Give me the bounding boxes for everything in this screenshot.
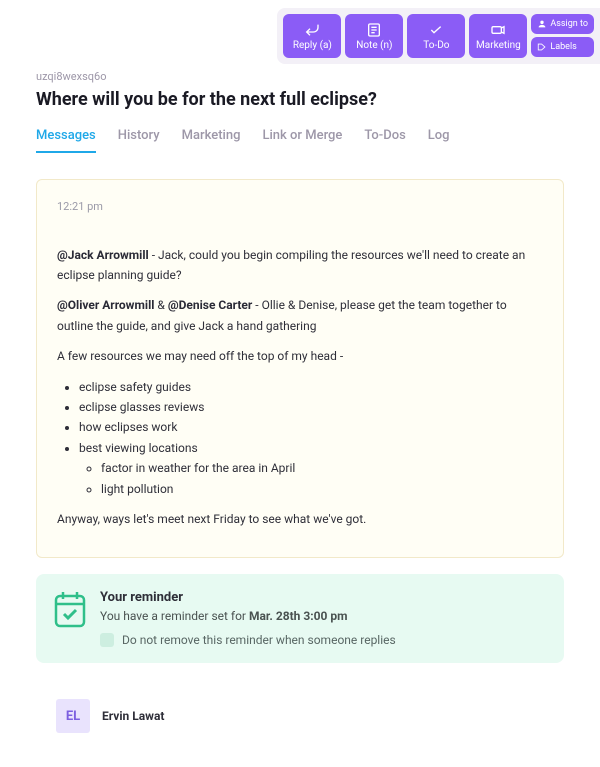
reminder-card: Your reminder You have a reminder set fo… (36, 574, 564, 663)
assign-label: Assign to (550, 19, 588, 29)
tab-log[interactable]: Log (428, 128, 450, 153)
tab-history[interactable]: History (118, 128, 160, 153)
tab-link-merge[interactable]: Link or Merge (262, 128, 342, 153)
labels-button[interactable]: Labels (531, 37, 594, 57)
tab-marketing[interactable]: Marketing (182, 128, 241, 153)
marketing-icon (490, 22, 506, 38)
todo-label: To-Do (423, 40, 449, 51)
reminder-body: Your reminder You have a reminder set fo… (100, 590, 396, 647)
list-item: eclipse glasses reviews (79, 397, 543, 417)
list-item: light pollution (101, 479, 543, 499)
toolbar-extra: Assign to Labels (531, 14, 594, 58)
list-item: eclipse safety guides (79, 377, 543, 397)
reply-label: Reply (a) (293, 40, 332, 51)
marketing-label: Marketing (476, 40, 521, 51)
assign-button[interactable]: Assign to (531, 14, 594, 34)
tab-messages[interactable]: Messages (36, 128, 96, 153)
tabs: Messages History Marketing Link or Merge… (36, 128, 564, 153)
checkbox[interactable] (100, 633, 114, 647)
main-content: uzqi8wexsq6o Where will you be for the n… (0, 0, 600, 767)
message-time: 12:21 pm (57, 198, 543, 217)
reply-button[interactable]: Reply (a) (283, 14, 341, 58)
reply-composer[interactable]: EL Ervin Lawat (36, 685, 564, 747)
list-item: factor in weather for the area in April (101, 458, 543, 478)
message-intro: A few resources we may need off the top … (57, 346, 543, 366)
list-item: best viewing locations factor in weather… (79, 438, 543, 499)
reminder-text: You have a reminder set for Mar. 28th 3:… (100, 609, 396, 623)
check-icon (428, 22, 444, 38)
label-icon (537, 42, 547, 52)
todo-button[interactable]: To-Do (407, 14, 465, 58)
reminder-date: Mar. 28th 3:00 pm (249, 609, 348, 623)
reminder-keep-option[interactable]: Do not remove this reminder when someone… (100, 633, 396, 647)
list-item-text: best viewing locations (79, 441, 198, 455)
action-toolbar: Reply (a) Note (n) To-Do Marketing Assig… (277, 8, 600, 64)
message-outro: Anyway, ways let's meet next Friday to s… (57, 509, 543, 529)
reminder-prefix: You have a reminder set for (100, 609, 249, 623)
note-icon (366, 22, 382, 38)
reply-icon (304, 22, 320, 38)
mention-oliver[interactable]: @Oliver Arrowmill (57, 298, 154, 312)
marketing-button[interactable]: Marketing (469, 14, 527, 58)
avatar: EL (56, 699, 90, 733)
note-label: Note (n) (356, 40, 392, 51)
ticket-title: Where will you be for the next full ecli… (36, 89, 564, 110)
mention-jack[interactable]: @Jack Arrowmill (57, 248, 149, 262)
list-item: how eclipses work (79, 417, 543, 437)
resource-list: eclipse safety guides eclipse glasses re… (79, 377, 543, 499)
mention-denise[interactable]: @Denise Carter (168, 298, 252, 312)
calendar-check-icon (54, 590, 86, 628)
reminder-keep-label: Do not remove this reminder when someone… (122, 633, 396, 647)
labels-label: Labels (550, 42, 576, 52)
reply-author: Ervin Lawat (102, 709, 164, 723)
message-line: @Jack Arrowmill - Jack, could you begin … (57, 245, 543, 286)
message-line: @Oliver Arrowmill & @Denise Carter - Oll… (57, 295, 543, 336)
user-icon (537, 19, 547, 29)
reminder-title: Your reminder (100, 590, 396, 605)
ticket-id: uzqi8wexsq6o (36, 70, 564, 83)
message-note: 12:21 pm @Jack Arrowmill - Jack, could y… (36, 179, 564, 558)
tab-todos[interactable]: To-Dos (364, 128, 405, 153)
message-text: & (154, 298, 167, 312)
note-button[interactable]: Note (n) (345, 14, 403, 58)
